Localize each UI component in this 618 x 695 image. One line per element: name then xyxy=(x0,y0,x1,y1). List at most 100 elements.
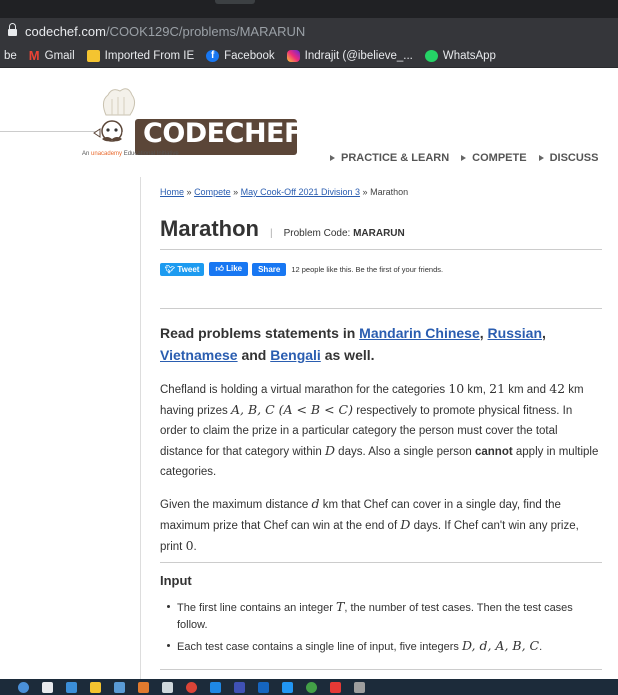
app-icon[interactable] xyxy=(210,681,221,693)
page-title: Marathon xyxy=(160,216,259,241)
header-divider xyxy=(0,131,100,132)
bookmark-label: Indrajit (@ibelieve_... xyxy=(304,49,413,62)
app-icon[interactable] xyxy=(234,681,245,693)
translations-heading: Read problems statements in Mandarin Chi… xyxy=(160,322,600,366)
math: A, B, C (A < B < C) xyxy=(230,402,353,417)
input-heading: Input xyxy=(160,573,192,588)
problem-title-row: Marathon | Problem Code: MARARUN xyxy=(160,216,405,242)
input-list: The first line contains an integer T, th… xyxy=(160,598,602,659)
math: 21 xyxy=(489,381,506,396)
app-icon[interactable] xyxy=(162,681,173,693)
divider xyxy=(160,562,602,563)
tweet-label: Tweet xyxy=(177,264,200,274)
text: Given the maximum distance xyxy=(160,499,309,511)
text: days. Also a single person xyxy=(338,446,472,458)
nav-discuss[interactable]: DISCUSS xyxy=(538,152,599,164)
app-icon[interactable] xyxy=(354,681,365,693)
like-label: Like xyxy=(226,264,243,273)
bookmark-label: Imported From IE xyxy=(104,49,195,62)
tagline-brand: unacademy xyxy=(91,151,123,157)
bookmark-prefix[interactable]: be xyxy=(4,50,17,62)
bookmark-whatsapp[interactable]: WhatsApp xyxy=(424,49,496,62)
gmail-icon: M xyxy=(28,48,40,63)
taskbar xyxy=(0,679,618,695)
text: km and xyxy=(508,384,546,396)
statement-paragraph-2: Given the maximum distance d km that Che… xyxy=(160,494,602,557)
app-icon[interactable] xyxy=(282,681,293,693)
app-icon[interactable] xyxy=(258,681,269,693)
url-path: /COOK129C/problems/MARARUN xyxy=(105,23,306,39)
caret-right-icon xyxy=(461,155,467,161)
problem-code-value: MARARUN xyxy=(353,228,405,239)
bookmark-prefix-label: be xyxy=(4,49,17,62)
nav-practice-learn[interactable]: PRACTICE & LEARN xyxy=(330,152,449,164)
nav-label: COMPETE xyxy=(472,152,527,164)
share-button[interactable]: Share xyxy=(252,262,287,276)
page-viewport[interactable]: CODECHEF An unacademy Educational Initia… xyxy=(0,69,618,679)
edge-icon[interactable] xyxy=(66,681,77,693)
breadcrumb: Home » Compete » May Cook-Off 2021 Divis… xyxy=(160,187,408,197)
link-russian[interactable]: Russian xyxy=(488,325,542,341)
folder-icon xyxy=(86,49,100,62)
link-vietnamese[interactable]: Vietnamese xyxy=(160,347,238,363)
math: 0 xyxy=(185,538,194,553)
breadcrumb-contest[interactable]: May Cook-Off 2021 Division 3 xyxy=(241,187,360,197)
lock-icon[interactable] xyxy=(8,22,17,36)
instagram-icon xyxy=(286,49,300,62)
breadcrumb-compete[interactable]: Compete xyxy=(194,187,231,197)
like-button[interactable]: 👍︎ Like xyxy=(209,262,249,276)
tweet-button[interactable]: 🐦︎ Tweet xyxy=(160,262,205,276)
app-icon[interactable] xyxy=(138,681,149,693)
bold-text: cannot xyxy=(474,446,513,458)
text: Chefland is holding a virtual marathon f… xyxy=(160,384,446,396)
math: D xyxy=(400,517,411,532)
breadcrumb-sep: » xyxy=(186,187,192,197)
link-mandarin[interactable]: Mandarin Chinese xyxy=(359,325,480,341)
logo-tagline: An unacademy Educational Initiative xyxy=(82,151,179,157)
app-icon[interactable] xyxy=(330,681,341,693)
text: . xyxy=(193,541,197,553)
bookmark-facebook[interactable]: f Facebook xyxy=(206,49,275,62)
like-count-text: 12 people like this. Be the first of you… xyxy=(291,264,444,274)
divider xyxy=(160,308,602,309)
chrome-icon[interactable] xyxy=(186,681,197,693)
math: d xyxy=(311,496,320,511)
math: 42 xyxy=(549,381,566,396)
text: The first line contains an integer xyxy=(177,602,333,614)
text: Each test case contains a single line of… xyxy=(177,641,459,653)
and-text: and xyxy=(241,347,267,363)
math: 10 xyxy=(448,381,465,396)
breadcrumb-sep: » xyxy=(233,187,239,197)
search-icon[interactable] xyxy=(42,681,53,693)
nav-compete[interactable]: COMPETE xyxy=(461,152,527,164)
problem-content: Home » Compete » May Cook-Off 2021 Divis… xyxy=(140,177,618,679)
bookmark-label: Facebook xyxy=(224,49,275,62)
math: D, d, A, B, C xyxy=(461,638,540,653)
address-bar[interactable]: codechef.com/COOK129C/problems/MARARUN xyxy=(0,18,618,44)
breadcrumb-current: Marathon xyxy=(370,187,409,197)
store-icon[interactable] xyxy=(114,681,125,693)
folder-icon[interactable] xyxy=(90,681,101,693)
twitter-icon: 🐦︎ xyxy=(165,264,176,274)
start-icon[interactable] xyxy=(18,681,29,693)
thumbs-up-icon: 👍︎ xyxy=(215,264,224,273)
comma: , xyxy=(479,325,484,341)
link-bengali[interactable]: Bengali xyxy=(270,347,321,363)
url-host: codechef.com xyxy=(25,23,106,39)
bookmark-gmail[interactable]: M Gmail xyxy=(29,48,75,63)
bookmark-instagram[interactable]: Indrajit (@ibelieve_... xyxy=(286,49,413,62)
breadcrumb-home[interactable]: Home xyxy=(160,187,184,197)
app-icon[interactable] xyxy=(306,681,317,693)
divider xyxy=(160,669,602,670)
list-item: Each test case contains a single line of… xyxy=(160,637,602,656)
math: D xyxy=(324,443,335,458)
url-text[interactable]: codechef.com/COOK129C/problems/MARARUN xyxy=(25,24,305,39)
nav-label: DISCUSS xyxy=(549,152,599,164)
bookmark-label: WhatsApp xyxy=(442,49,496,62)
browser-tabstrip xyxy=(0,0,618,18)
problem-code-label: Problem Code: xyxy=(283,228,351,239)
active-tab-edge[interactable] xyxy=(215,0,255,4)
bookmark-imported-from-ie[interactable]: Imported From IE xyxy=(86,49,195,62)
divider xyxy=(160,249,602,250)
text: . xyxy=(539,641,543,653)
